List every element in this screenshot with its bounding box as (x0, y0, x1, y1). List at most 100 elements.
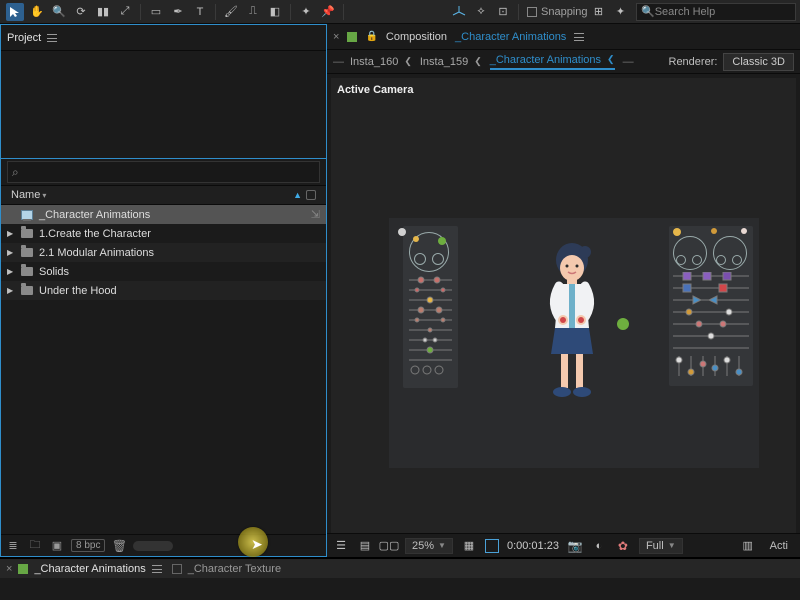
zoom-value: 25% (412, 540, 434, 552)
current-time[interactable]: 0:00:01:23 (507, 540, 559, 552)
new-folder-icon[interactable]: 🗀 (27, 538, 43, 554)
project-search-input[interactable] (23, 166, 315, 178)
bit-depth-toggle[interactable]: 8 bpc (71, 539, 105, 552)
label-swatch (18, 564, 28, 574)
composition-icon (21, 210, 33, 220)
clone-stamp-tool-icon[interactable]: ⎍ (244, 3, 262, 21)
project-preview-area (1, 51, 326, 159)
help-search-input[interactable] (655, 6, 791, 18)
tab-close-icon[interactable]: × (333, 31, 339, 43)
region-of-interest-icon[interactable] (485, 539, 499, 553)
always-preview-icon[interactable]: ☰ (333, 538, 349, 554)
caret-left-icon[interactable]: ❮ (474, 56, 482, 67)
fast-previews-icon[interactable]: ▥ (740, 538, 756, 554)
twisty-icon[interactable]: ▶ (7, 286, 15, 295)
rig-circle (713, 236, 747, 270)
zoom-dropdown[interactable]: 25%▼ (405, 538, 453, 554)
project-tab[interactable]: Project (7, 32, 57, 44)
rig-dot-icon (438, 237, 446, 245)
project-item-folder[interactable]: ▶ 1.Create the Character (1, 224, 326, 243)
panel-menu-icon[interactable] (47, 34, 57, 42)
interpret-footage-icon[interactable]: ≣ (5, 538, 21, 554)
caret-left-icon[interactable]: ❮ (404, 56, 412, 67)
twisty-icon[interactable]: ▶ (7, 267, 15, 276)
zoom-tool-icon[interactable]: 🔍 (50, 3, 68, 21)
eraser-tool-icon[interactable]: ◧ (266, 3, 284, 21)
label-swatch-header (306, 190, 316, 200)
show-channel-icon[interactable]: ◐ (591, 538, 607, 554)
project-item-folder[interactable]: ▶ 2.1 Modular Animations (1, 243, 326, 262)
folder-icon (21, 267, 33, 276)
view-value: Acti (770, 540, 788, 552)
active-camera-label: Active Camera (337, 84, 413, 96)
project-item-folder[interactable]: ▶ Solids (1, 262, 326, 281)
resolution-dropdown[interactable]: Full▼ (639, 538, 683, 554)
toggle-mask-icon[interactable]: ▢▢ (381, 538, 397, 554)
caret-left-icon[interactable]: ❮ (607, 54, 615, 65)
puppet-tool-icon[interactable]: 📌 (319, 3, 337, 21)
item-label: _Character Animations (39, 209, 150, 221)
flow-crumb-active[interactable]: _Character Animations ❮ (490, 54, 615, 70)
grid-options-icon[interactable]: ▦ (461, 538, 477, 554)
snapping-toggle[interactable]: Snapping (527, 6, 588, 18)
toggle-transparency-icon[interactable]: ▤ (357, 538, 373, 554)
snapping-label: Snapping (541, 6, 588, 18)
snap-opt-1-icon[interactable]: ⊞ (590, 3, 608, 21)
view-dropdown[interactable]: Acti (764, 539, 794, 553)
hand-tool-icon[interactable]: ✋ (28, 3, 46, 21)
project-column-header[interactable]: Name ▾ ▲ (1, 185, 326, 205)
project-item-comp[interactable]: ▶ _Character Animations ⇲ (1, 205, 326, 224)
rectangle-tool-icon[interactable]: ▭ (147, 3, 165, 21)
project-search[interactable]: ⌕ (7, 161, 320, 183)
column-options[interactable]: ▲ (293, 190, 316, 200)
flowchart-icon[interactable]: ⇲ (311, 208, 320, 221)
new-comp-icon[interactable]: ▣ (49, 538, 65, 554)
axis-world-icon[interactable]: ⟡ (472, 3, 490, 21)
rig-subcircle (414, 253, 426, 265)
project-item-folder[interactable]: ▶ Under the Hood (1, 281, 326, 300)
timeline-tab-label: _Character Animations (34, 563, 145, 575)
lock-icon[interactable]: 🔒 (365, 31, 377, 42)
renderer-dropdown[interactable]: Classic 3D (723, 53, 794, 71)
flow-crumb[interactable]: — Insta_160 ❮ (333, 56, 412, 68)
twisty-icon[interactable]: ▶ (7, 248, 15, 257)
timeline-tab[interactable]: × _Character Animations (6, 563, 162, 575)
flow-crumb[interactable]: Insta_159 ❮ (420, 56, 482, 68)
selection-tool-icon[interactable] (6, 3, 24, 21)
toolbar-separator (215, 4, 216, 20)
axis-view-icon[interactable]: ⊡ (494, 3, 512, 21)
tab-close-icon[interactable]: × (6, 563, 12, 575)
axis-local-icon[interactable] (450, 3, 468, 21)
snapshot-icon[interactable]: 📷 (567, 538, 583, 554)
footer-slider[interactable] (133, 541, 173, 551)
panel-menu-icon[interactable] (152, 565, 162, 573)
project-footer: ≣ 🗀 ▣ 8 bpc 🗑 (1, 534, 326, 556)
composition-name-link[interactable]: _Character Animations (455, 31, 566, 43)
rig-panel-right (669, 226, 753, 386)
folder-icon (21, 286, 33, 295)
pan-behind-tool-icon[interactable]: ⤢ (116, 3, 134, 21)
roto-brush-tool-icon[interactable]: ✦ (297, 3, 315, 21)
rig-subcircle (732, 255, 742, 265)
rig-subcircle (716, 255, 726, 265)
orbit-tool-icon[interactable]: ⟳ (72, 3, 90, 21)
brush-tool-icon[interactable]: 🖌 (222, 3, 240, 21)
renderer-selector: Renderer: Classic 3D (669, 53, 795, 71)
type-tool-icon[interactable]: T (191, 3, 209, 21)
help-search[interactable]: 🔍 (636, 3, 796, 21)
twisty-icon[interactable]: ▶ (7, 229, 15, 238)
snap-opt-2-icon[interactable]: ✦ (612, 3, 630, 21)
pen-tool-icon[interactable]: ✒ (169, 3, 187, 21)
trash-icon[interactable]: 🗑 (111, 538, 127, 554)
camera-tool-icon[interactable]: ▮▮ (94, 3, 112, 21)
viewer-footer: ☰ ▤ ▢▢ 25%▼ ▦ 0:00:01:23 📷 ◐ ✿ Full▼ ▥ A… (327, 533, 800, 557)
timeline-tab[interactable]: _Character Texture (172, 563, 281, 575)
composition-viewer[interactable]: Active Camera (331, 78, 796, 533)
reset-exposure-icon[interactable]: ✿ (615, 538, 631, 554)
panel-menu-icon[interactable] (574, 33, 584, 41)
renderer-label: Renderer: (669, 56, 718, 68)
item-label: Under the Hood (39, 285, 117, 297)
sort-indicator-icon: ▾ (42, 191, 46, 200)
search-icon: ⌕ (12, 165, 19, 180)
composition-flow-bar: — Insta_160 ❮ Insta_159 ❮ _Character Ani… (327, 50, 800, 74)
